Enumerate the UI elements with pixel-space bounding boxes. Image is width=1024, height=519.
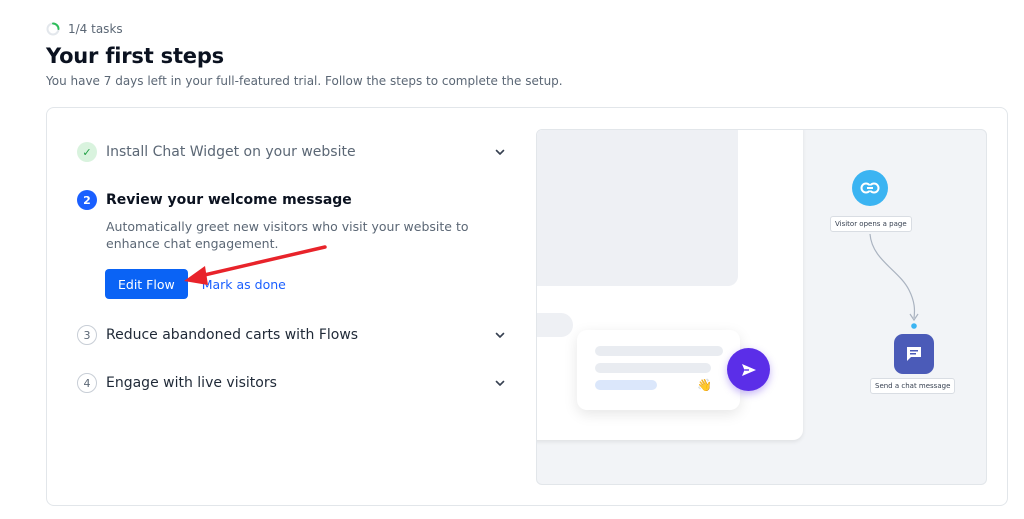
edit-flow-button[interactable]: Edit Flow (105, 269, 188, 299)
step-description: Automatically greet new visitors who vis… (106, 219, 469, 251)
chevron-down-icon[interactable] (493, 145, 507, 159)
step-engage-live-visitors[interactable]: 4 Engage with live visitors (77, 372, 507, 394)
progress-ring-icon (46, 22, 60, 36)
progress-indicator: 1/4 tasks (46, 22, 123, 36)
steps-card: ✓ Install Chat Widget on your website 2 … (46, 107, 1008, 506)
progress-text: 1/4 tasks (68, 22, 123, 36)
step-title: Reduce abandoned carts with Flows (106, 327, 359, 343)
action-label: Send a chat message (870, 378, 956, 394)
mark-as-done-link[interactable]: Mark as done (202, 277, 286, 292)
step-number-badge: 2 (77, 190, 97, 210)
welcome-flow-illustration: 👋 Visitor opens a page Send a chat messa… (536, 129, 987, 485)
step-review-welcome-message: 2 Review your welcome message Automatica… (77, 189, 507, 299)
chevron-down-icon[interactable] (493, 376, 507, 390)
step-number-badge: 4 (77, 373, 97, 393)
step-done-check-icon: ✓ (77, 142, 97, 162)
step-title: Engage with live visitors (106, 375, 277, 391)
step-install-widget[interactable]: ✓ Install Chat Widget on your website (77, 141, 507, 163)
link-icon (852, 170, 888, 206)
step-reduce-abandoned-carts[interactable]: 3 Reduce abandoned carts with Flows (77, 324, 507, 346)
page-title: Your first steps (46, 44, 224, 68)
trigger-label: Visitor opens a page (830, 216, 912, 232)
step-title: Install Chat Widget on your website (106, 144, 356, 160)
flow-connector (869, 233, 919, 329)
page-subtitle: You have 7 days left in your full-featur… (46, 74, 563, 88)
step-number-badge: 3 (77, 325, 97, 345)
message-icon (894, 334, 934, 374)
step-title: Review your welcome message (106, 192, 352, 208)
chevron-down-icon[interactable] (493, 328, 507, 342)
